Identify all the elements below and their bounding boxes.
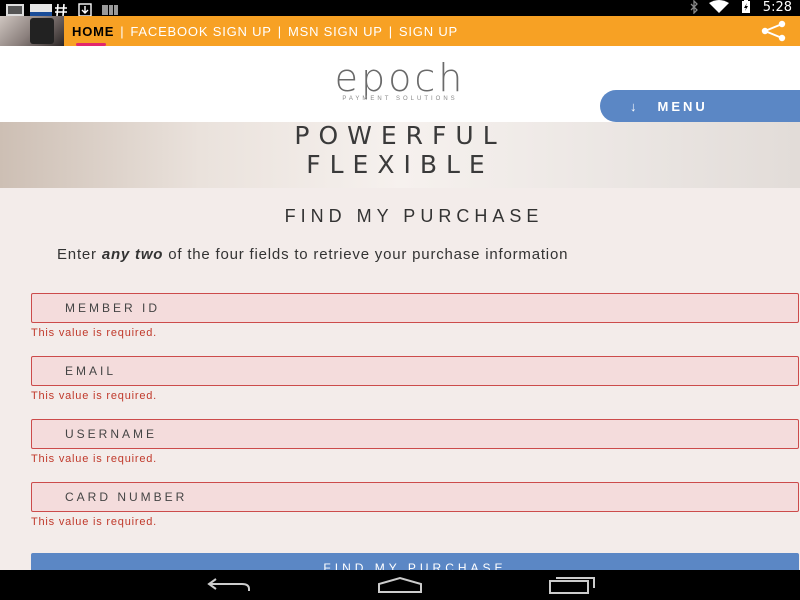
share-icon[interactable] <box>758 20 788 42</box>
logo-tagline: PAYMENT SOLUTIONS <box>342 96 458 102</box>
nav-link-msn-sign-up[interactable]: MSN SIGN UP <box>288 24 383 39</box>
member-id-input[interactable] <box>32 294 798 322</box>
status-bar-notifications <box>6 1 118 17</box>
nav-link-sign-up[interactable]: SIGN UP <box>399 24 458 39</box>
card-number-input[interactable] <box>32 483 798 511</box>
nav-separator: | <box>277 23 282 39</box>
nav-link-home[interactable]: HOME <box>72 24 114 46</box>
email-error: This value is required. <box>31 390 158 402</box>
epoch-logo[interactable]: epoch PAYMENT SOLUTIONS <box>300 58 500 102</box>
system-nav-bar <box>0 570 800 600</box>
battery-icon <box>739 0 753 17</box>
nav-separator: | <box>120 23 125 39</box>
menu-button[interactable]: ↓ MENU <box>600 90 800 122</box>
home-icon[interactable] <box>376 576 424 594</box>
menu-label: MENU <box>657 98 708 114</box>
hash-icon <box>54 3 68 16</box>
email-input[interactable] <box>32 357 798 385</box>
status-bar: 5:28 <box>0 0 800 17</box>
member-id-field[interactable] <box>31 293 799 323</box>
recent-apps-icon[interactable] <box>548 576 596 594</box>
card-number-field[interactable] <box>31 482 799 512</box>
nav-links: HOME | FACEBOOK SIGN UP | MSN SIGN UP | … <box>72 16 458 46</box>
find-purchase-section: FIND MY PURCHASE Enter any two of the fo… <box>0 188 800 583</box>
site-header: epoch PAYMENT SOLUTIONS ↓ MENU <box>0 46 800 122</box>
status-bar-system: 5:28 <box>689 0 792 16</box>
wifi-icon <box>708 0 729 17</box>
nav-separator: | <box>388 23 393 39</box>
nav-link-facebook-sign-up[interactable]: FACEBOOK SIGN UP <box>130 24 271 39</box>
back-icon[interactable] <box>206 576 252 594</box>
username-input[interactable] <box>32 420 798 448</box>
hero-line-2: FLEXIBLE <box>306 150 494 179</box>
barcode-icon <box>102 3 118 15</box>
form-description: Enter any two of the four fields to retr… <box>57 246 568 263</box>
banner-image <box>30 18 54 44</box>
download-icon <box>78 2 92 17</box>
form-title: FIND MY PURCHASE <box>284 206 544 226</box>
form-desc-emphasis: any two <box>101 246 164 263</box>
app-banner-thumbnail[interactable] <box>0 16 64 46</box>
email-field[interactable] <box>31 356 799 386</box>
hero-line-1: POWERFUL <box>294 122 506 150</box>
card-number-error: This value is required. <box>31 516 158 528</box>
member-id-error: This value is required. <box>31 327 158 339</box>
top-nav-bar: HOME | FACEBOOK SIGN UP | MSN SIGN UP | … <box>0 16 800 46</box>
hero-banner: POWERFUL FLEXIBLE <box>0 122 800 188</box>
arrow-down-icon: ↓ <box>630 98 640 114</box>
bluetooth-icon <box>689 0 699 17</box>
username-field[interactable] <box>31 419 799 449</box>
status-time: 5:28 <box>762 0 792 15</box>
app-thumbnail-icon <box>30 3 52 16</box>
form-desc-after: of the four fields to retrieve your purc… <box>163 246 569 263</box>
logo-wordmark: epoch <box>334 56 466 100</box>
app-thumbnail-icon <box>6 3 24 16</box>
form-desc-before: Enter <box>57 246 102 263</box>
username-error: This value is required. <box>31 453 158 465</box>
